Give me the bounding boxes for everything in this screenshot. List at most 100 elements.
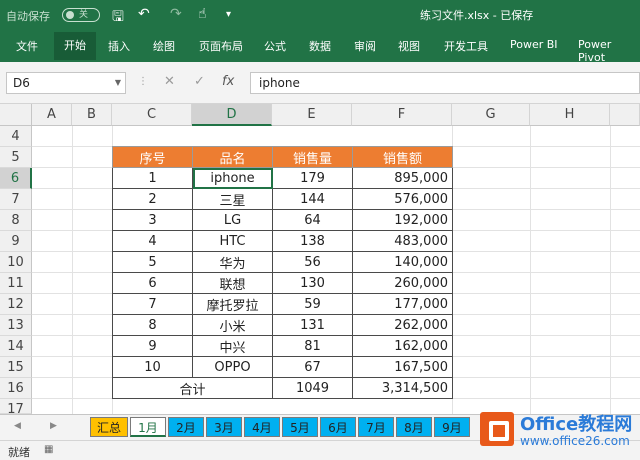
- row-header-7[interactable]: 7: [0, 189, 32, 210]
- row-header-16[interactable]: 16: [0, 378, 32, 399]
- cell-amount[interactable]: 167,500: [352, 356, 453, 378]
- cell-index[interactable]: 10: [112, 356, 193, 378]
- row-header-15[interactable]: 15: [0, 357, 32, 378]
- cell-amount[interactable]: 177,000: [352, 293, 453, 315]
- cell-product[interactable]: HTC: [192, 230, 273, 252]
- header-quantity[interactable]: 销售量: [272, 146, 353, 168]
- tab-developer[interactable]: 开发工具: [444, 38, 488, 54]
- save-icon[interactable]: 🖫: [112, 6, 124, 30]
- confirm-icon[interactable]: ✓: [194, 74, 205, 89]
- column-header-e[interactable]: E: [272, 104, 352, 126]
- cell-quantity[interactable]: 179: [272, 167, 353, 189]
- name-box[interactable]: D6 ▼: [6, 72, 126, 94]
- row-header-10[interactable]: 10: [0, 252, 32, 273]
- cell-product[interactable]: OPPO: [192, 356, 273, 378]
- column-header-f[interactable]: F: [352, 104, 452, 126]
- tab-power-pivot[interactable]: Power Pivot: [578, 38, 640, 64]
- tab-page-layout[interactable]: 页面布局: [199, 38, 243, 54]
- header-product[interactable]: 品名: [192, 146, 273, 168]
- sheet-tab-jan[interactable]: 1月: [130, 417, 166, 437]
- tab-data[interactable]: 数据: [309, 38, 331, 54]
- formula-input[interactable]: iphone: [250, 72, 640, 94]
- row-header-12[interactable]: 12: [0, 294, 32, 315]
- customize-qat-icon[interactable]: ▾: [226, 9, 231, 20]
- header-amount[interactable]: 销售额: [352, 146, 453, 168]
- tab-draw[interactable]: 绘图: [153, 38, 175, 54]
- cell-product[interactable]: 小米: [192, 314, 273, 336]
- insert-function-icon[interactable]: fx: [222, 74, 234, 89]
- row-header-14[interactable]: 14: [0, 336, 32, 357]
- cell-amount[interactable]: 576,000: [352, 188, 453, 210]
- row-header-8[interactable]: 8: [0, 210, 32, 231]
- total-quantity[interactable]: 1049: [272, 377, 353, 399]
- prev-sheet-icon[interactable]: ◀: [14, 421, 21, 431]
- active-cell[interactable]: iphone: [192, 167, 273, 189]
- header-index[interactable]: 序号: [112, 146, 193, 168]
- sheet-tab-jul[interactable]: 7月: [358, 417, 394, 437]
- cell-quantity[interactable]: 64: [272, 209, 353, 231]
- tab-review[interactable]: 审阅: [354, 38, 376, 54]
- sheet-tab-mar[interactable]: 3月: [206, 417, 242, 437]
- column-header-d[interactable]: D: [192, 104, 272, 126]
- macro-record-icon[interactable]: ▦: [44, 444, 53, 455]
- undo-icon[interactable]: ↶: [138, 6, 150, 22]
- tab-home[interactable]: 开始: [54, 32, 96, 60]
- cell-index[interactable]: 4: [112, 230, 193, 252]
- cell-product[interactable]: 中兴: [192, 335, 273, 357]
- cell-quantity[interactable]: 56: [272, 251, 353, 273]
- cell-index[interactable]: 7: [112, 293, 193, 315]
- cell-quantity[interactable]: 59: [272, 293, 353, 315]
- sheet-tab-apr[interactable]: 4月: [244, 417, 280, 437]
- cell-index[interactable]: 1: [112, 167, 193, 189]
- cell-amount[interactable]: 140,000: [352, 251, 453, 273]
- cell-quantity[interactable]: 138: [272, 230, 353, 252]
- cell-product[interactable]: LG: [192, 209, 273, 231]
- row-header-4[interactable]: 4: [0, 126, 32, 147]
- cell-index[interactable]: 2: [112, 188, 193, 210]
- cell-quantity[interactable]: 130: [272, 272, 353, 294]
- column-header-h[interactable]: H: [530, 104, 610, 126]
- column-header-c[interactable]: C: [112, 104, 192, 126]
- row-header-17[interactable]: 17: [0, 399, 32, 417]
- sheet-tab-summary[interactable]: 汇总: [90, 417, 128, 437]
- cell-amount[interactable]: 260,000: [352, 272, 453, 294]
- row-header-11[interactable]: 11: [0, 273, 32, 294]
- redo-icon[interactable]: ↷: [170, 6, 182, 22]
- cell-quantity[interactable]: 144: [272, 188, 353, 210]
- row-header-5[interactable]: 5: [0, 147, 32, 168]
- cell-amount[interactable]: 162,000: [352, 335, 453, 357]
- cell-quantity[interactable]: 131: [272, 314, 353, 336]
- sheet-tab-jun[interactable]: 6月: [320, 417, 356, 437]
- cell-product[interactable]: 华为: [192, 251, 273, 273]
- touch-mode-icon[interactable]: ☝: [198, 6, 207, 22]
- total-label[interactable]: 合计: [112, 377, 273, 399]
- sheet-tab-feb[interactable]: 2月: [168, 417, 204, 437]
- autosave-toggle[interactable]: 关: [62, 8, 100, 22]
- sheet-tab-aug[interactable]: 8月: [396, 417, 432, 437]
- tab-view[interactable]: 视图: [398, 38, 420, 54]
- select-all-corner[interactable]: [0, 104, 32, 126]
- sheet-tab-sep[interactable]: 9月: [434, 417, 470, 437]
- row-header-9[interactable]: 9: [0, 231, 32, 252]
- column-header-a[interactable]: A: [32, 104, 72, 126]
- cell-amount[interactable]: 262,000: [352, 314, 453, 336]
- cell-product[interactable]: 摩托罗拉: [192, 293, 273, 315]
- total-amount[interactable]: 3,314,500: [352, 377, 453, 399]
- cancel-icon[interactable]: ✕: [164, 74, 175, 89]
- row-header-6[interactable]: 6: [0, 168, 32, 189]
- tab-formulas[interactable]: 公式: [264, 38, 286, 54]
- column-header-i[interactable]: [610, 104, 640, 126]
- column-header-b[interactable]: B: [72, 104, 112, 126]
- cell-index[interactable]: 8: [112, 314, 193, 336]
- cell-index[interactable]: 3: [112, 209, 193, 231]
- cell-product[interactable]: 三星: [192, 188, 273, 210]
- cell-index[interactable]: 6: [112, 272, 193, 294]
- cell-amount[interactable]: 192,000: [352, 209, 453, 231]
- row-header-13[interactable]: 13: [0, 315, 32, 336]
- cell-index[interactable]: 5: [112, 251, 193, 273]
- sheet-tab-may[interactable]: 5月: [282, 417, 318, 437]
- column-header-g[interactable]: G: [452, 104, 530, 126]
- tab-power-bi[interactable]: Power BI: [510, 38, 558, 51]
- tab-insert[interactable]: 插入: [108, 38, 130, 54]
- tab-file[interactable]: 文件: [16, 38, 38, 54]
